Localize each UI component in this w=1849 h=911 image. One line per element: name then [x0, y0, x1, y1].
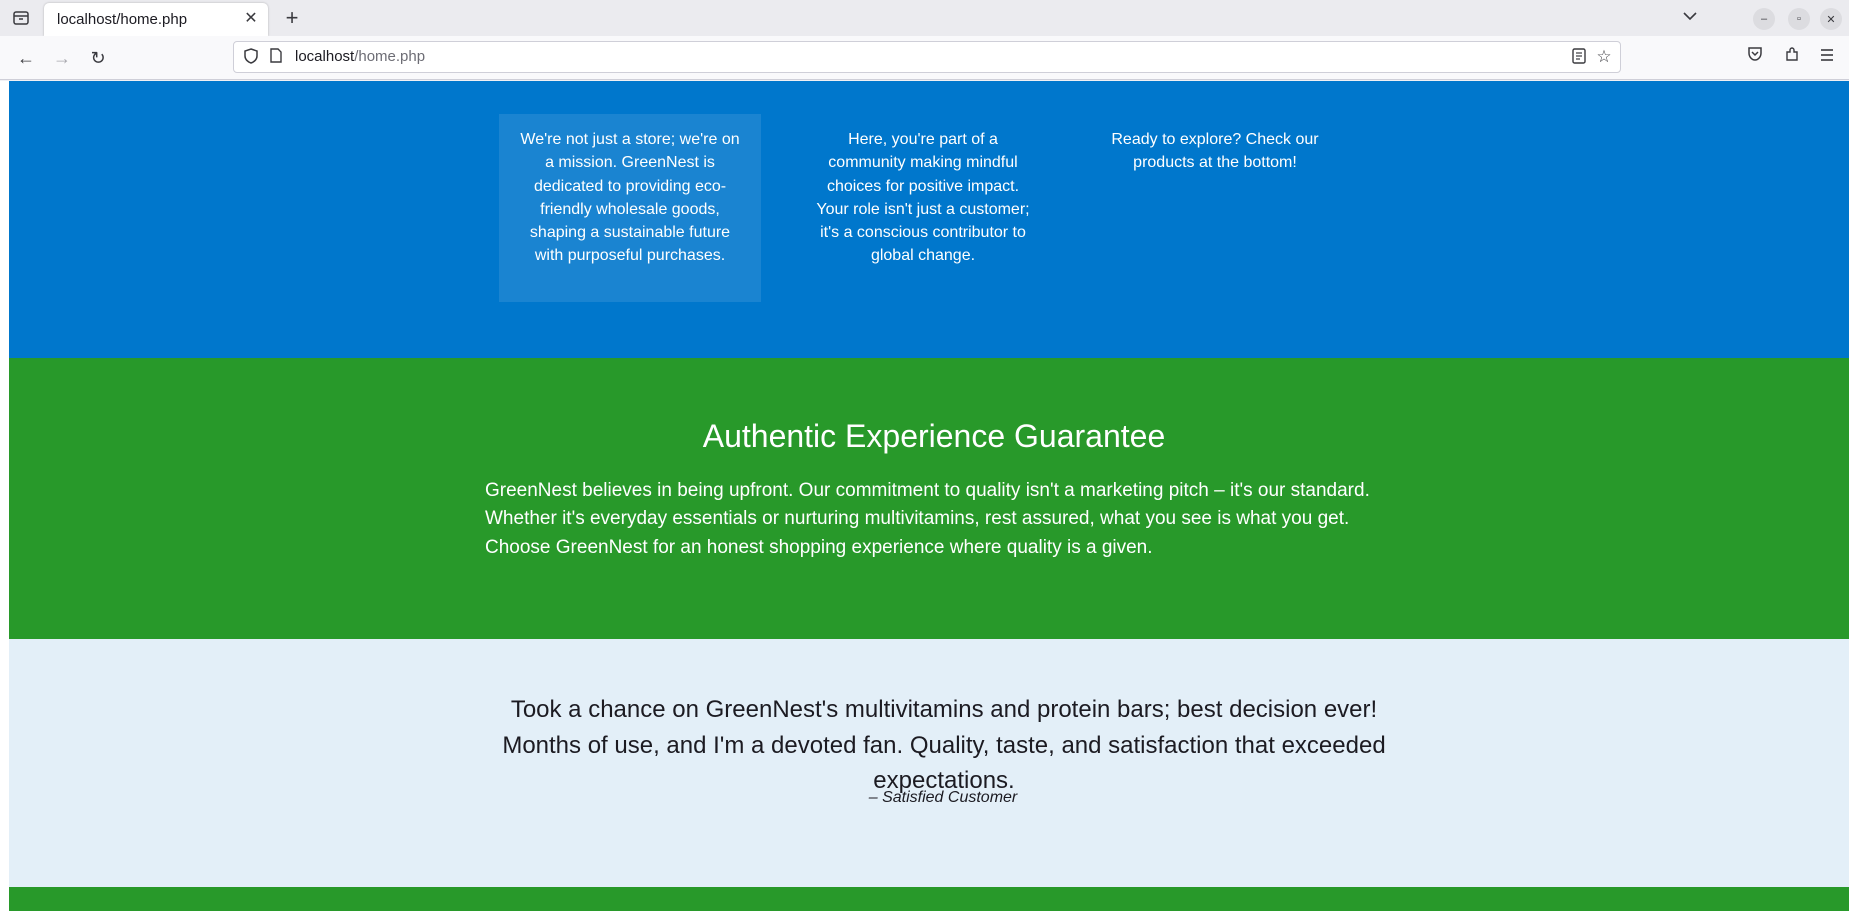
extensions-icon[interactable]	[1780, 46, 1804, 70]
tab-bar: localhost/home.php ✕ + – ▫ ✕	[0, 0, 1849, 36]
testimonial-quote: Took a chance on GreenNest's multivitami…	[502, 696, 1386, 794]
pocket-icon[interactable]	[1743, 46, 1767, 70]
community-card: Here, you're part of a community making …	[816, 131, 1030, 265]
mission-card: We're not just a store; we're on a missi…	[499, 114, 761, 302]
minimize-icon[interactable]: –	[1753, 8, 1775, 30]
next-section-edge	[9, 887, 1849, 911]
explore-card: Ready to explore? Check our products at …	[1111, 131, 1319, 172]
close-icon[interactable]: ✕	[242, 10, 260, 28]
back-arrow-icon[interactable]: ←	[14, 46, 38, 70]
restore-icon[interactable]: ▫	[1788, 8, 1810, 30]
guarantee-text: GreenNest believes in being upfront. Our…	[485, 480, 1370, 558]
url-text[interactable]: localhost/home.php	[295, 48, 425, 65]
tab-title: localhost/home.php	[57, 11, 188, 28]
reader-view-icon[interactable]	[1570, 48, 1588, 66]
url-path: /home.php	[354, 48, 426, 65]
reload-icon[interactable]: ↻	[86, 46, 110, 70]
mission-section: We're not just a store; we're on a missi…	[9, 81, 1849, 358]
star-icon[interactable]: ☆	[1594, 47, 1614, 67]
left-gutter	[0, 81, 9, 911]
plus-icon[interactable]: +	[280, 6, 304, 30]
tab-list-icon[interactable]	[10, 8, 32, 28]
shield-icon[interactable]	[242, 48, 260, 66]
guarantee-section: Authentic Experience Guarantee GreenNest…	[9, 358, 1849, 639]
page-viewport: We're not just a store; we're on a missi…	[0, 81, 1849, 911]
testimonial-section: Took a chance on GreenNest's multivitami…	[9, 639, 1849, 887]
forward-arrow-icon[interactable]: →	[50, 46, 74, 70]
page-icon	[268, 48, 284, 66]
close-window-icon[interactable]: ✕	[1820, 8, 1842, 30]
url-bar[interactable]: localhost/home.php ☆	[233, 41, 1621, 73]
active-tab[interactable]: localhost/home.php ✕	[44, 3, 268, 36]
guarantee-title: Authentic Experience Guarantee	[702, 418, 1166, 454]
hamburger-menu-icon[interactable]	[1815, 46, 1839, 70]
testimonial-author: – Satisfied Customer	[868, 789, 1018, 806]
navigation-bar: ← → ↻ localhost/home.php ☆	[0, 36, 1849, 80]
chevron-down-icon[interactable]	[1680, 8, 1700, 28]
url-host: localhost	[295, 48, 355, 65]
